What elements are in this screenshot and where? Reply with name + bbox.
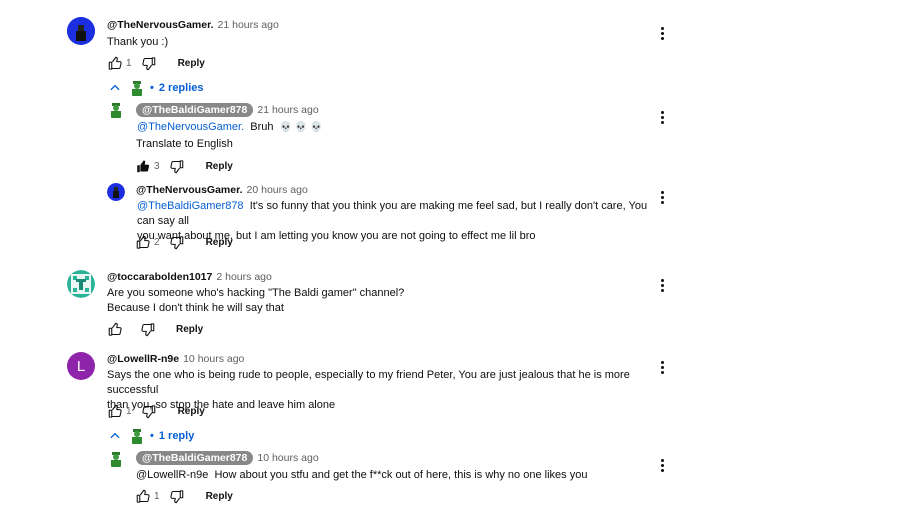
comment-header: @TheNervousGamer. 21 hours ago bbox=[107, 19, 279, 31]
author-name[interactable]: @TheBaldiGamer878 bbox=[136, 103, 254, 117]
reply-header: @TheBaldiGamer878 21 hours ago bbox=[136, 103, 319, 117]
thumb-down-icon[interactable] bbox=[168, 233, 186, 251]
chevron-up-icon bbox=[108, 429, 122, 443]
reply-button[interactable]: Reply bbox=[178, 406, 205, 417]
mention-link[interactable]: @LowellR-n9e bbox=[136, 469, 208, 481]
avatar[interactable] bbox=[107, 101, 125, 119]
avatar[interactable]: L bbox=[67, 352, 95, 380]
comment-text: Are you someone who's hacking "The Baldi… bbox=[107, 286, 404, 316]
mention-link[interactable]: @TheBaldiGamer878 bbox=[137, 200, 244, 212]
replies-toggle-label: 2 replies bbox=[158, 82, 204, 94]
chevron-up-icon bbox=[108, 81, 122, 95]
reply-text: @LowellR-n9e How about you stfu and get … bbox=[136, 468, 587, 483]
comment-header: @LowellR-n9e 10 hours ago bbox=[107, 353, 244, 365]
author-name[interactable]: @TheBaldiGamer878 bbox=[136, 451, 254, 465]
timestamp[interactable]: 21 hours ago bbox=[218, 19, 279, 31]
translate-link[interactable]: Translate to English bbox=[136, 138, 233, 150]
more-vert-icon[interactable] bbox=[656, 358, 668, 376]
like-count: 1 bbox=[126, 405, 132, 417]
avatar bbox=[128, 427, 146, 445]
comment-actions: 1 Reply bbox=[106, 402, 205, 420]
more-vert-icon[interactable] bbox=[656, 108, 668, 126]
avatar bbox=[128, 79, 146, 97]
comment-text-line: Because I don't think he will say that bbox=[107, 302, 284, 314]
reply-text: @TheNervousGamer. Bruh 💀 💀 💀 bbox=[137, 120, 323, 135]
thumb-up-filled-icon[interactable] bbox=[134, 157, 152, 175]
reply-button[interactable]: Reply bbox=[178, 58, 205, 69]
thumb-down-icon[interactable] bbox=[168, 487, 186, 505]
timestamp[interactable]: 20 hours ago bbox=[247, 184, 308, 196]
author-name[interactable]: @TheNervousGamer. bbox=[136, 184, 243, 196]
comment-header: @toccarabolden1017 2 hours ago bbox=[107, 271, 272, 283]
more-vert-icon[interactable] bbox=[656, 276, 668, 294]
timestamp[interactable]: 2 hours ago bbox=[216, 271, 271, 283]
reply-button[interactable]: Reply bbox=[206, 161, 233, 172]
reply-header: @TheNervousGamer. 20 hours ago bbox=[136, 184, 308, 196]
replies-toggle[interactable]: • 2 replies bbox=[108, 79, 204, 97]
thumb-down-icon[interactable] bbox=[140, 54, 158, 72]
thumb-up-icon[interactable] bbox=[106, 54, 124, 72]
more-vert-icon[interactable] bbox=[656, 456, 668, 474]
reply-actions: 1 Reply bbox=[134, 487, 233, 505]
like-count: 1 bbox=[154, 490, 160, 502]
thumb-up-icon[interactable] bbox=[134, 487, 152, 505]
timestamp[interactable]: 10 hours ago bbox=[257, 452, 318, 464]
thumb-down-icon[interactable] bbox=[140, 402, 158, 420]
skull-emoji: 💀 💀 💀 bbox=[279, 122, 323, 133]
author-name[interactable]: @TheNervousGamer. bbox=[107, 19, 214, 31]
reply-button[interactable]: Reply bbox=[176, 324, 203, 335]
more-vert-icon[interactable] bbox=[656, 24, 668, 42]
reply-actions: 2 Reply bbox=[134, 233, 233, 251]
replies-toggle-label: 1 reply bbox=[158, 430, 195, 442]
reply-button[interactable]: Reply bbox=[206, 491, 233, 502]
reply-text-content: Bruh bbox=[250, 121, 274, 133]
comment-text: Thank you :) bbox=[107, 36, 169, 48]
thumb-up-icon[interactable] bbox=[134, 233, 152, 251]
avatar[interactable] bbox=[67, 17, 95, 45]
avatar-letter: L bbox=[76, 357, 86, 375]
reply-actions: 3 Reply bbox=[134, 157, 233, 175]
avatar[interactable] bbox=[107, 183, 125, 201]
timestamp[interactable]: 10 hours ago bbox=[183, 353, 244, 365]
more-vert-icon[interactable] bbox=[656, 188, 668, 206]
comment-text-line: Says the one who is being rude to people… bbox=[107, 369, 630, 396]
thumb-down-icon[interactable] bbox=[168, 157, 186, 175]
timestamp[interactable]: 21 hours ago bbox=[257, 104, 318, 116]
comment-text-line: Are you someone who's hacking "The Baldi… bbox=[107, 287, 405, 299]
mention-link[interactable]: @TheNervousGamer. bbox=[137, 121, 244, 133]
comment-actions: 1 Reply bbox=[106, 54, 205, 72]
thumb-down-icon[interactable] bbox=[138, 320, 156, 338]
reply-button[interactable]: Reply bbox=[206, 237, 233, 248]
thumb-up-icon[interactable] bbox=[106, 402, 124, 420]
replies-toggle[interactable]: • 1 reply bbox=[108, 427, 194, 445]
thumb-up-icon[interactable] bbox=[106, 320, 124, 338]
comment-actions: Reply bbox=[106, 320, 203, 338]
reply-header: @TheBaldiGamer878 10 hours ago bbox=[136, 451, 319, 465]
like-count: 3 bbox=[154, 160, 160, 172]
author-name[interactable]: @toccarabolden1017 bbox=[107, 271, 212, 283]
avatar[interactable] bbox=[107, 450, 125, 468]
like-count: 2 bbox=[154, 236, 160, 248]
author-name[interactable]: @LowellR-n9e bbox=[107, 353, 179, 365]
reply-text-content: How about you stfu and get the f**ck out… bbox=[214, 469, 588, 481]
avatar[interactable] bbox=[67, 270, 95, 298]
like-count: 1 bbox=[126, 57, 132, 69]
